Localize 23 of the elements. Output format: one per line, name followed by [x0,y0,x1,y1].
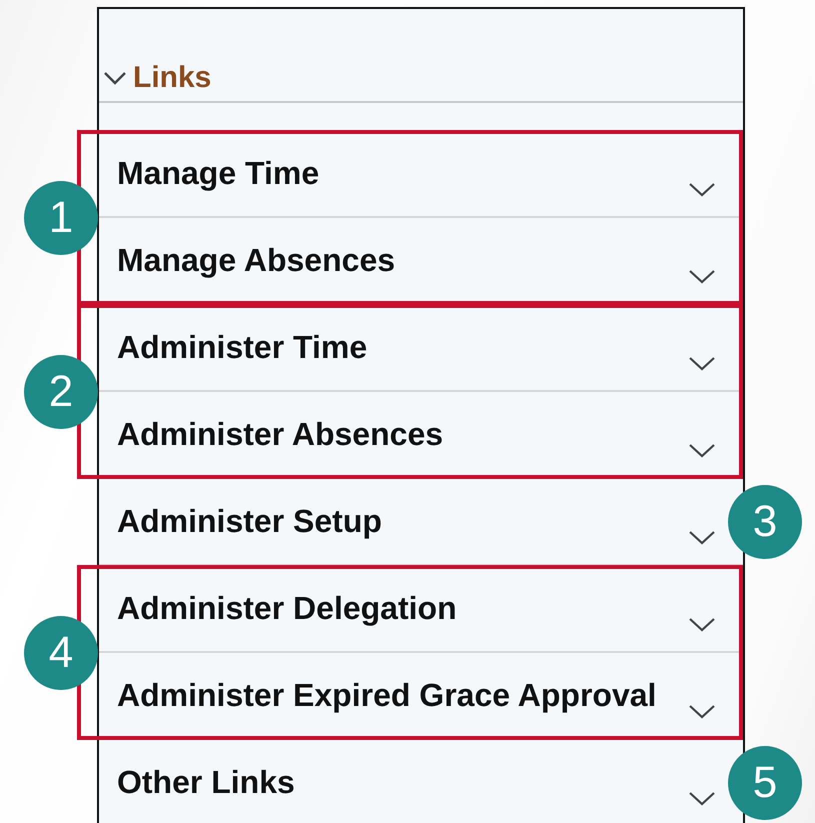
chevron-icon [103,70,127,86]
callout-badge: 5 [728,746,802,820]
callout-badge: 1 [24,181,98,255]
callout-badge: 3 [728,485,802,559]
chevron-icon[interactable] [689,183,715,197]
section-label[interactable]: Administer Setup [117,503,382,540]
section-label[interactable]: Manage Absences [117,242,396,279]
chevron-icon[interactable] [689,357,715,371]
callout-badge: 2 [24,355,98,429]
chevron-icon[interactable] [689,618,715,632]
chevron-icon[interactable] [689,444,715,458]
section-label[interactable]: Administer Absences [117,416,444,453]
callout-badge: 4 [24,616,98,690]
chevron-icon[interactable] [689,705,715,719]
section-label[interactable]: Administer Delegation [117,590,457,627]
chevron-icon[interactable] [689,270,715,284]
links-header[interactable]: Links [99,61,212,95]
chevron-icon[interactable] [689,792,715,806]
chevron-icon[interactable] [689,531,715,545]
section-label[interactable]: Administer Expired Grace Approval [117,677,656,714]
section-label[interactable]: Other Links [117,764,295,801]
section-label[interactable]: Administer Time [117,329,368,366]
section-label[interactable]: Manage Time [117,155,320,192]
